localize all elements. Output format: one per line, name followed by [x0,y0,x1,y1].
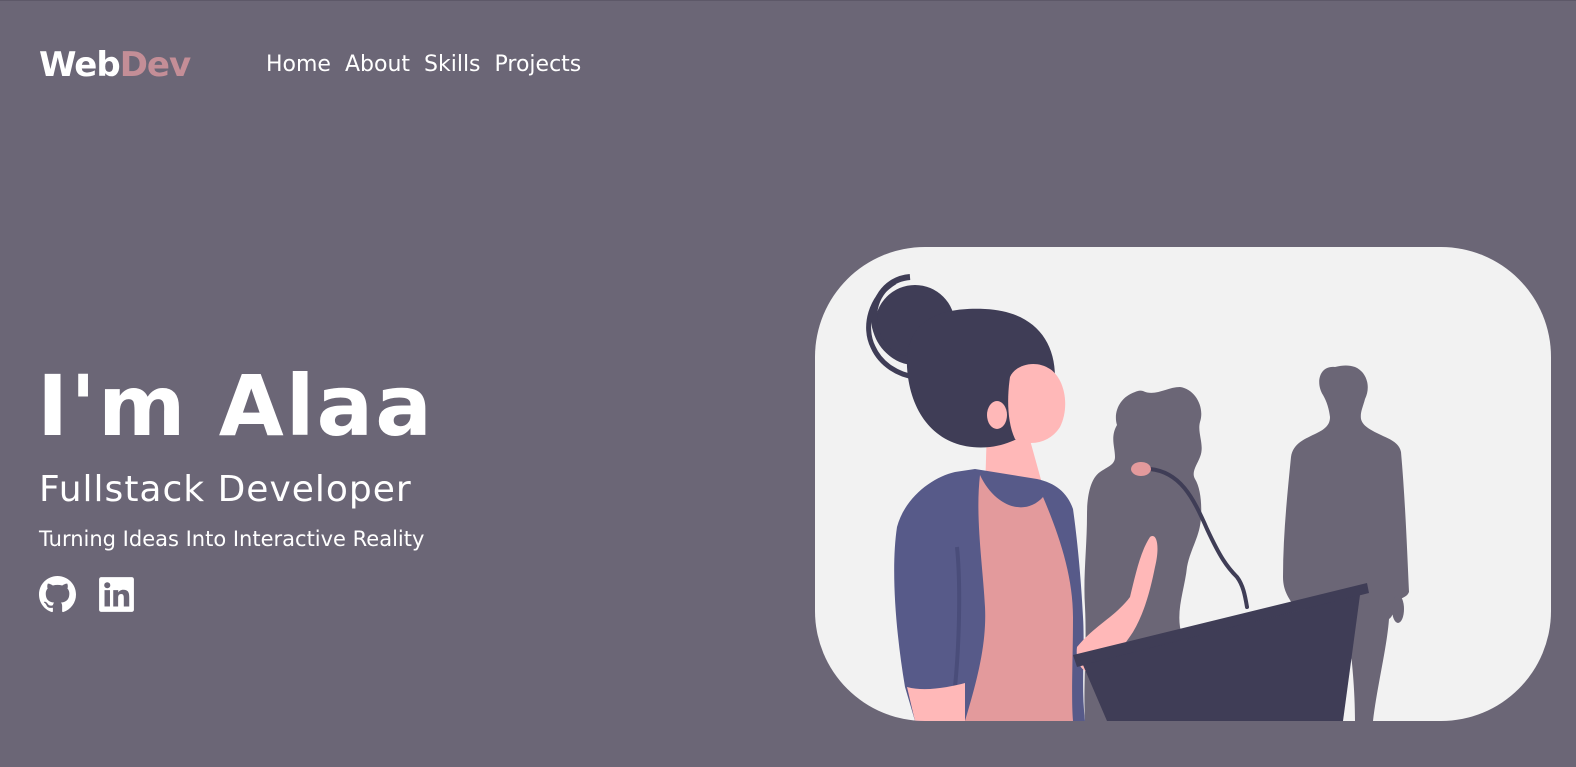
nav-item-projects[interactable]: Projects [495,51,582,79]
hero-title: I'm Alaa [37,357,434,455]
hero-tagline: Turning Ideas Into Interactive Reality [39,527,425,551]
linkedin-icon[interactable] [98,576,135,613]
page: WebDev Home About Skills Projects I'm Al… [0,0,1576,767]
github-icon[interactable] [39,576,76,613]
logo-part-dev: Dev [119,45,191,85]
hero-role: Fullstack Developer [39,469,412,510]
main-nav: Home About Skills Projects [266,51,581,79]
nav-item-skills[interactable]: Skills [424,51,481,79]
logo-part-web: Web [39,45,121,85]
social-links [39,576,135,613]
logo[interactable]: WebDev [39,45,191,85]
speaker-illustration [866,274,1409,721]
nav-item-about[interactable]: About [345,51,410,79]
hero-illustration [815,247,1551,721]
nav-item-home[interactable]: Home [266,51,331,79]
